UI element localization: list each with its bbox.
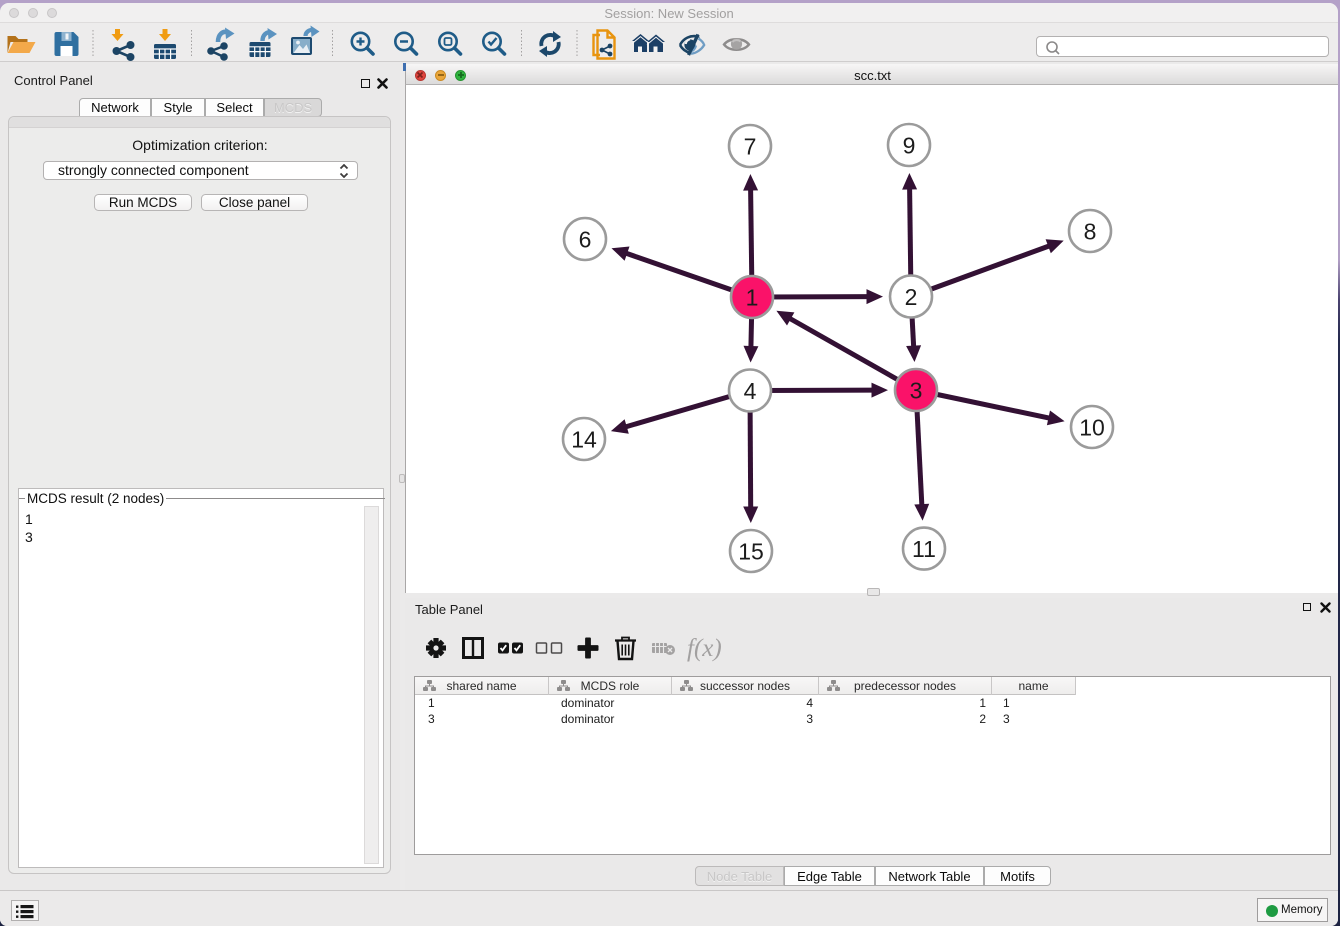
svg-text:14: 14 [571, 427, 597, 453]
svg-text:8: 8 [1084, 219, 1097, 245]
svg-text:7: 7 [744, 134, 757, 160]
svg-text:9: 9 [903, 133, 916, 159]
svg-text:f(x): f(x) [687, 635, 722, 662]
svg-text:2: 2 [905, 284, 918, 310]
svg-text:4: 4 [744, 378, 757, 404]
svg-text:3: 3 [910, 378, 923, 404]
svg-text:11: 11 [912, 536, 936, 562]
svg-text:15: 15 [738, 539, 764, 565]
svg-text:10: 10 [1079, 415, 1105, 441]
svg-text:6: 6 [579, 227, 592, 253]
svg-text:1: 1 [746, 285, 759, 311]
